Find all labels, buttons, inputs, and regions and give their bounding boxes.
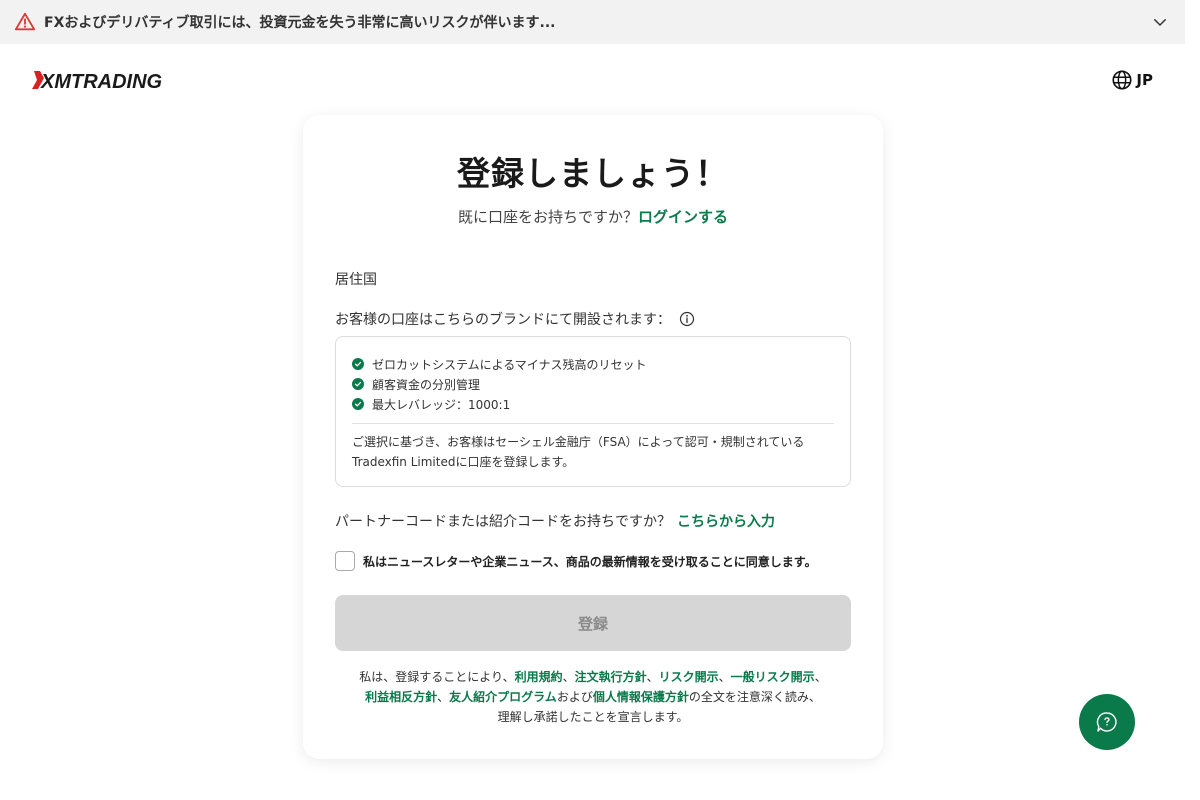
- risk-warning-text: FXおよびデリバティブ取引には、投資元金を失う非常に高いリスクが伴います...: [44, 15, 556, 31]
- brand-note: ご選択に基づき、お客様はセーシェル金融庁（FSA）によって認可・規制されている …: [352, 432, 834, 472]
- chevron-down-icon[interactable]: [1151, 13, 1169, 31]
- terms-separator: 、: [562, 670, 575, 684]
- privacy-policy-link[interactable]: 個人情報保護方針: [593, 690, 689, 704]
- warning-triangle-icon: [14, 12, 36, 31]
- partner-code-text: パートナーコードまたは紹介コードをお持ちですか？: [335, 514, 671, 530]
- language-label: JP: [1136, 71, 1153, 89]
- page-title: 登録しましょう！: [457, 154, 729, 193]
- chat-bubble-icon: [1096, 712, 1117, 732]
- conflict-of-interest-policy-link[interactable]: 利益相反方針: [365, 690, 437, 704]
- chat-support-button[interactable]: [1079, 694, 1135, 750]
- site-header: XMTRADING JP: [0, 44, 1185, 116]
- terms-text: および: [556, 690, 593, 704]
- check-circle-icon: [352, 398, 364, 410]
- register-button[interactable]: 登録: [335, 595, 851, 651]
- newsletter-consent-text: 私はニュースレターや企業ニュース、商品の最新情報を受け取ることに同意します。: [363, 554, 817, 569]
- general-risk-disclosure-link[interactable]: 一般リスク開示: [731, 670, 815, 684]
- terms-separator: 、: [437, 690, 450, 704]
- check-circle-icon: [352, 358, 364, 370]
- feature-item: 顧客資金の分別管理: [352, 374, 834, 394]
- login-prompt-text: 既に口座をお持ちですか？: [457, 208, 638, 226]
- feature-item: 最大レバレッジ：1000:1: [352, 394, 834, 414]
- risk-warning-bar[interactable]: FXおよびデリバティブ取引には、投資元金を失う非常に高いリスクが伴います...: [0, 0, 1185, 44]
- feature-text: ゼロカットシステムによるマイナス残高のリセット: [372, 357, 647, 372]
- partner-code-link[interactable]: こちらから入力: [677, 514, 775, 530]
- brand-note-line: Tradexfin Limitedに口座を登録します。: [352, 455, 575, 469]
- risk-disclosure-link[interactable]: リスク開示: [659, 670, 719, 684]
- globe-icon: [1112, 70, 1132, 90]
- info-icon[interactable]: [679, 311, 695, 327]
- registration-card: 登録しましょう！ 既に口座をお持ちですか？ログインする 居住国 お客様の口座はこ…: [303, 115, 883, 759]
- feature-text: 最大レバレッジ：1000:1: [372, 397, 511, 412]
- brand-label-text: お客様の口座はこちらのブランドにて開設されます：: [335, 312, 671, 328]
- brand-info-box: ゼロカットシステムによるマイナス残高のリセット 顧客資金の分別管理 最大レバレッ…: [335, 336, 851, 487]
- divider: [352, 423, 834, 424]
- terms-separator: 、: [814, 670, 827, 684]
- svg-text:XMTRADING: XMTRADING: [40, 71, 162, 92]
- newsletter-checkbox[interactable]: [335, 551, 355, 571]
- newsletter-consent[interactable]: 私はニュースレターや企業ニュース、商品の最新情報を受け取ることに同意します。: [335, 551, 817, 571]
- terms-separator: 、: [718, 670, 731, 684]
- terms-declaration: 私は、登録することにより、利用規約、注文執行方針、リスク開示、一般リスク開示、 …: [327, 667, 859, 727]
- country-label: 居住国: [335, 272, 377, 288]
- partner-code-prompt: パートナーコードまたは紹介コードをお持ちですか？ こちらから入力: [335, 511, 775, 531]
- login-link[interactable]: ログインする: [638, 208, 728, 226]
- feature-text: 顧客資金の分別管理: [372, 377, 481, 392]
- login-prompt: 既に口座をお持ちですか？ログインする: [303, 206, 883, 227]
- brand-note-line: ご選択に基づき、お客様はセーシェル金融庁（FSA）によって認可・規制されている: [352, 435, 805, 449]
- terms-of-use-link[interactable]: 利用規約: [515, 670, 563, 684]
- xmtrading-logo[interactable]: XMTRADING: [32, 68, 182, 92]
- check-circle-icon: [352, 378, 364, 390]
- order-execution-policy-link[interactable]: 注文執行方針: [575, 670, 647, 684]
- language-selector[interactable]: JP: [1111, 69, 1153, 91]
- feature-item: ゼロカットシステムによるマイナス残高のリセット: [352, 354, 834, 374]
- terms-text: 理解し承諾したことを宣言します。: [497, 710, 689, 724]
- referral-program-link[interactable]: 友人紹介プログラム: [449, 690, 557, 704]
- terms-text: の全文を注意深く読み、: [688, 690, 821, 704]
- terms-separator: 、: [646, 670, 659, 684]
- terms-text: 私は、登録することにより、: [359, 670, 515, 684]
- brand-label: お客様の口座はこちらのブランドにて開設されます：: [335, 309, 695, 329]
